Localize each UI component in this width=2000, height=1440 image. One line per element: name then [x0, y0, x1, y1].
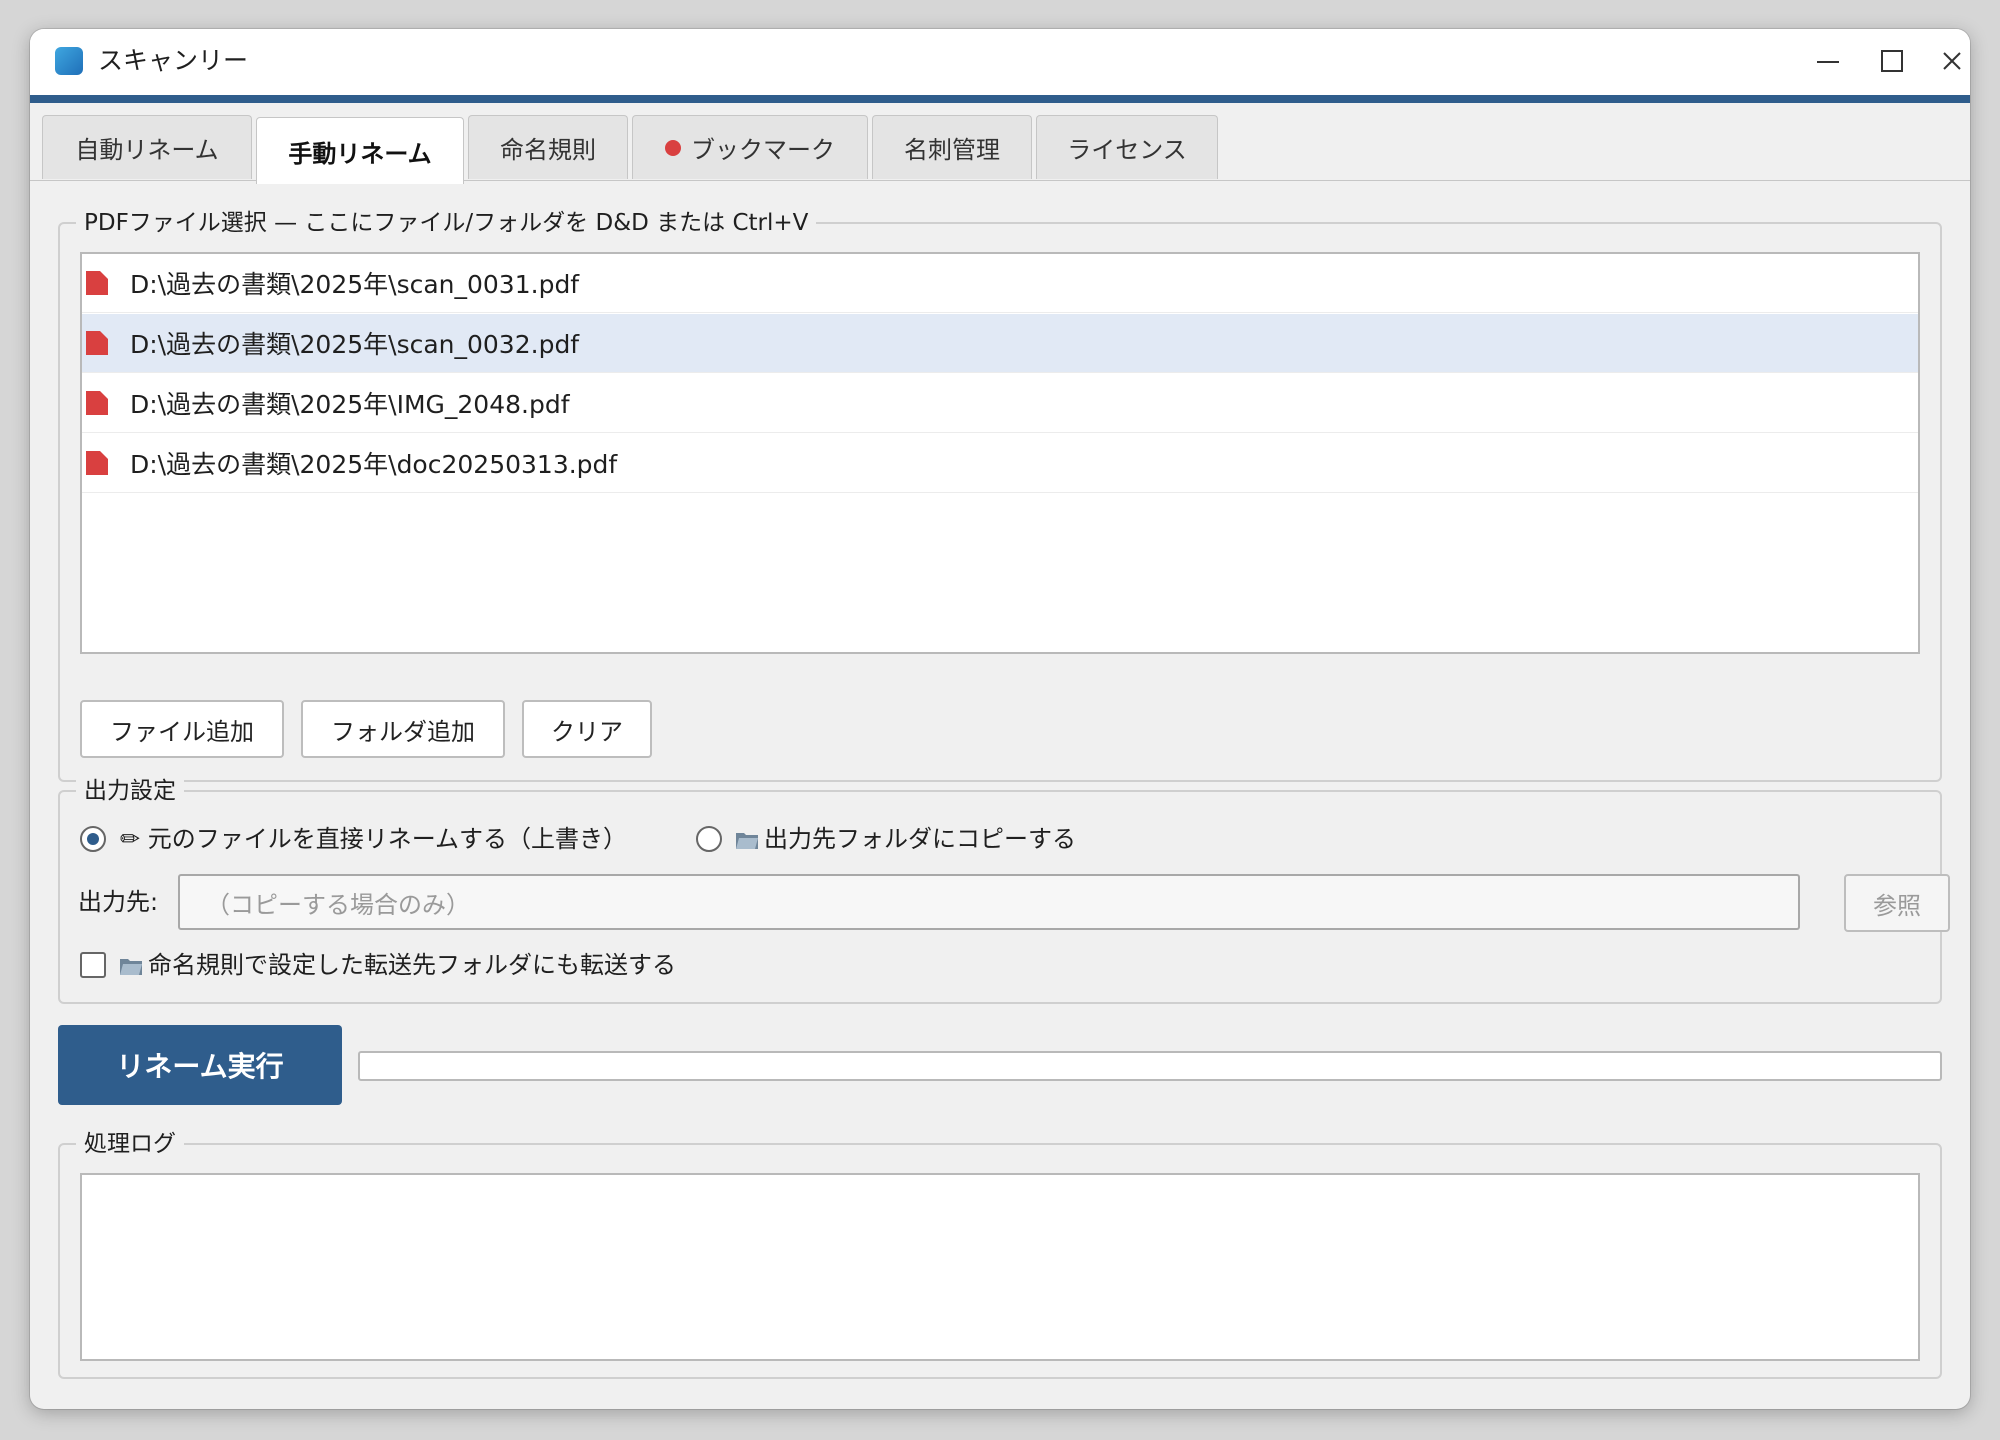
- file-row[interactable]: D:\過去の書類\2025年\doc20250313.pdf: [82, 434, 1918, 493]
- tab-naming-rules[interactable]: 命名規則: [468, 115, 628, 179]
- folder-icon: [736, 833, 758, 849]
- progress-bar: [358, 1051, 1942, 1081]
- output-dest-label: 出力先:: [78, 888, 159, 916]
- file-list[interactable]: D:\過去の書類\2025年\scan_0031.pdf D:\過去の書類\20…: [80, 252, 1920, 654]
- close-icon: [1943, 52, 1961, 70]
- log-legend: 処理ログ: [76, 1129, 184, 1159]
- copy-to-folder-option: 出力先フォルダにコピーする: [736, 823, 1076, 855]
- pdf-file-icon: [86, 331, 108, 355]
- app-icon: [55, 47, 83, 75]
- add-folder-button[interactable]: フォルダ追加: [301, 700, 505, 758]
- pdf-file-icon: [86, 271, 108, 295]
- clear-button[interactable]: クリア: [522, 700, 652, 758]
- run-rename-button[interactable]: リネーム実行: [58, 1025, 342, 1105]
- window-title: スキャンリー: [98, 46, 249, 75]
- file-row[interactable]: D:\過去の書類\2025年\scan_0032.pdf: [82, 314, 1918, 373]
- tab-manual-rename[interactable]: 手動リネーム: [256, 117, 464, 184]
- tab-label: 自動リネーム: [75, 136, 219, 164]
- copy-to-folder-radio[interactable]: [696, 826, 722, 852]
- maximize-icon: [1881, 50, 1903, 72]
- file-select-legend: PDFファイル選択 — ここにファイル/フォルダを D&D または Ctrl+V: [76, 208, 817, 238]
- tab-label: ブックマーク: [691, 136, 835, 164]
- tab-business-cards[interactable]: 名刺管理: [872, 115, 1032, 179]
- output-dest-input[interactable]: （コピーする場合のみ）: [178, 874, 1800, 930]
- maximize-button[interactable]: [1870, 41, 1914, 81]
- rename-in-place-radio[interactable]: [80, 826, 106, 852]
- transfer-label: 命名規則で設定した転送先フォルダにも転送する: [148, 951, 676, 979]
- tab-license[interactable]: ライセンス: [1036, 115, 1218, 179]
- folder-icon: [120, 959, 142, 975]
- tab-bookmark[interactable]: ブックマーク: [632, 115, 868, 179]
- minimize-button[interactable]: [1806, 41, 1850, 81]
- rename-in-place-label: ✏ 元のファイルを直接リネームする（上書き）: [120, 825, 628, 853]
- close-button[interactable]: [1930, 41, 1970, 81]
- file-path: D:\過去の書類\2025年\scan_0032.pdf: [130, 330, 580, 359]
- pdf-file-icon: [86, 451, 108, 475]
- tab-label: 名刺管理: [904, 136, 1000, 164]
- tab-label: 命名規則: [500, 136, 596, 164]
- output-settings-group: 出力設定 ✏ 元のファイルを直接リネームする（上書き） 出力先フォルダにコピーす…: [58, 776, 1950, 1004]
- title-bar[interactable]: スキャンリー: [30, 29, 1970, 95]
- file-select-group: PDFファイル選択 — ここにファイル/フォルダを D&D または Ctrl+V…: [58, 208, 1942, 782]
- output-dest-placeholder: （コピーする場合のみ）: [206, 890, 470, 919]
- file-row[interactable]: D:\過去の書類\2025年\IMG_2048.pdf: [82, 374, 1918, 433]
- output-settings-legend: 出力設定: [76, 776, 184, 806]
- tab-label: 手動リネーム: [288, 139, 432, 168]
- file-row[interactable]: D:\過去の書類\2025年\scan_0031.pdf: [82, 254, 1918, 313]
- title-accent-line: [30, 95, 1970, 103]
- transfer-option: 命名規則で設定した転送先フォルダにも転送する: [120, 949, 676, 981]
- log-output[interactable]: [80, 1173, 1920, 1361]
- tab-label: ライセンス: [1067, 136, 1187, 164]
- pdf-file-icon: [86, 391, 108, 415]
- tab-auto-rename[interactable]: 自動リネーム: [42, 115, 252, 179]
- log-group: 処理ログ: [58, 1129, 1942, 1379]
- browse-button[interactable]: 参照: [1844, 874, 1950, 932]
- file-path: D:\過去の書類\2025年\scan_0031.pdf: [130, 270, 580, 299]
- transfer-checkbox[interactable]: [80, 952, 106, 978]
- add-file-button[interactable]: ファイル追加: [80, 700, 284, 758]
- copy-to-folder-label: 出力先フォルダにコピーする: [764, 825, 1076, 853]
- minimize-icon: [1817, 61, 1839, 63]
- app-window: スキャンリー 自動リネーム 手動リネーム 命名規則 ブックマーク 名刺管理 ライ…: [30, 29, 1970, 1409]
- file-path: D:\過去の書類\2025年\doc20250313.pdf: [130, 450, 618, 479]
- file-path: D:\過去の書類\2025年\IMG_2048.pdf: [130, 390, 570, 419]
- notification-dot-icon: [665, 139, 681, 156]
